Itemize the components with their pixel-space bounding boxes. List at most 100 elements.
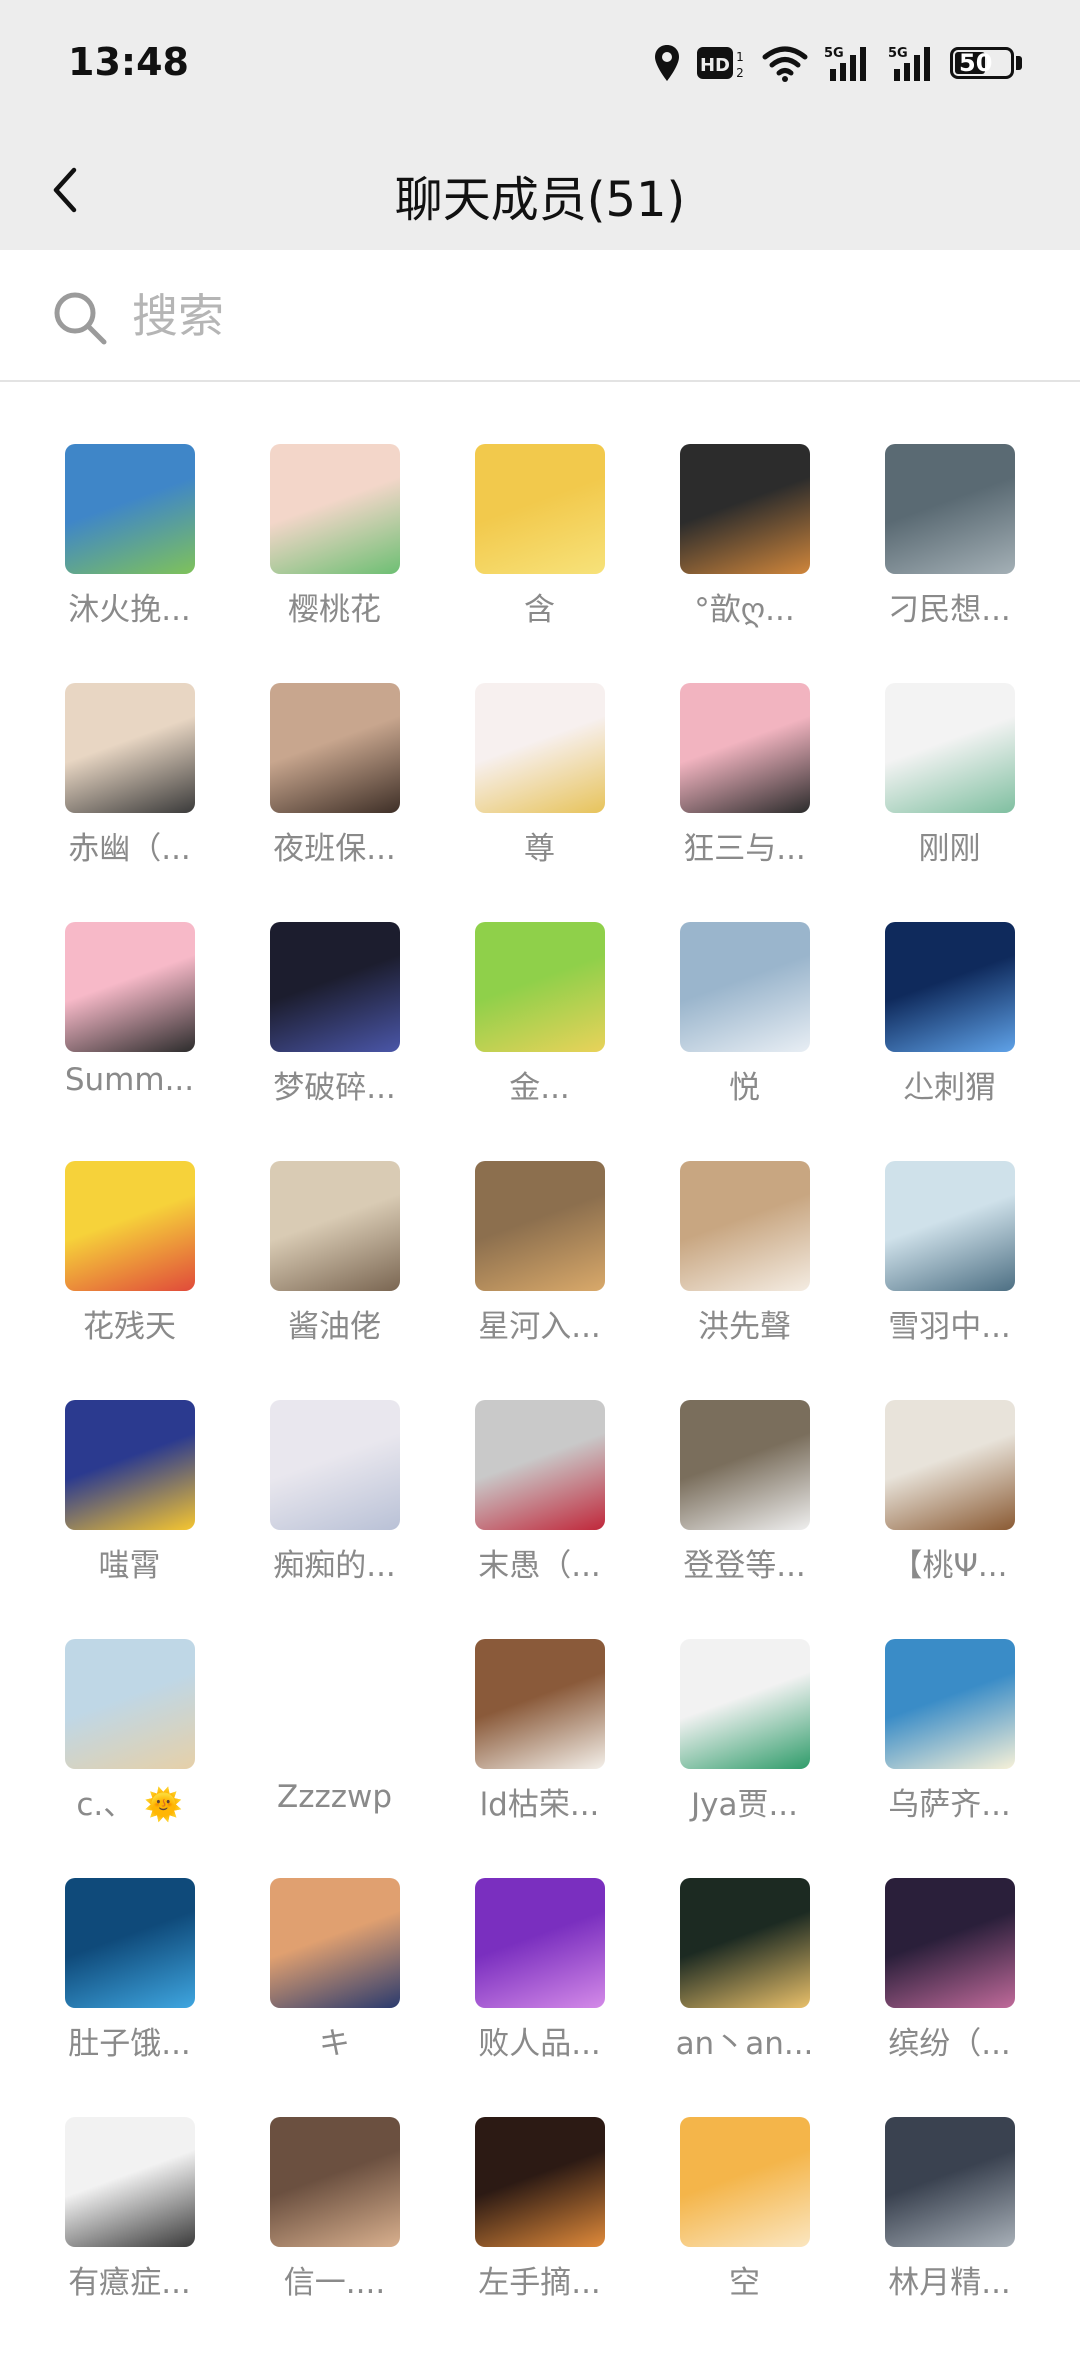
member-item[interactable]: 刁民想... [847,444,1052,683]
member-avatar[interactable] [884,683,1015,813]
member-item[interactable]: 缤纷（... [847,1878,1052,2117]
member-avatar[interactable] [679,1639,810,1769]
member-avatar[interactable] [269,2117,400,2247]
svg-text:HD: HD [700,55,730,76]
member-item[interactable]: 星河入... [437,1161,642,1400]
member-avatar[interactable] [474,2117,605,2247]
member-item[interactable]: 【桃Ψ... [847,1400,1052,1639]
member-item[interactable]: 洪先聲 [642,1161,847,1400]
member-item[interactable]: 赤幽（... [27,683,232,922]
member-item[interactable]: 信一.... [232,2117,437,2356]
member-item[interactable]: 悦 [642,922,847,1161]
member-avatar[interactable] [64,1161,195,1291]
member-item[interactable]: キ [232,1878,437,2117]
member-item[interactable]: Zzzzwp [232,1639,437,1878]
member-avatar[interactable] [269,683,400,813]
member-avatar[interactable] [679,2117,810,2247]
member-item[interactable]: 嗤霄 [27,1400,232,1639]
member-avatar[interactable] [269,922,400,1052]
member-avatar[interactable] [679,1161,810,1291]
member-name: Summ... [64,1062,195,1098]
member-name: 酱油佬 [288,1309,381,1345]
member-item[interactable]: 梦破碎... [232,922,437,1161]
member-item[interactable]: 空 [642,2117,847,2356]
member-item[interactable]: 末愚（... [437,1400,642,1639]
member-avatar[interactable] [474,1639,605,1769]
member-avatar[interactable] [269,1400,400,1530]
status-time: 13:48 [68,40,189,84]
member-avatar[interactable] [269,1639,400,1769]
member-avatar[interactable] [884,922,1015,1052]
member-avatar[interactable] [64,1400,195,1530]
member-item[interactable]: 败人品... [437,1878,642,2117]
member-name: 含 [524,592,555,628]
svg-text:1: 1 [736,50,744,64]
member-name: 刚刚 [918,831,981,867]
member-avatar[interactable] [679,683,810,813]
member-avatar[interactable] [474,444,605,574]
member-name: 刁民想... [888,592,1011,628]
member-name: 有癔症... [68,2265,191,2301]
member-item[interactable]: 花残天 [27,1161,232,1400]
member-name: 星河入... [478,1309,601,1345]
member-item[interactable]: 登登等... [642,1400,847,1639]
member-avatar[interactable] [269,444,400,574]
member-avatar[interactable] [884,1161,1015,1291]
member-avatar[interactable] [679,922,810,1052]
member-avatar[interactable] [884,1400,1015,1530]
member-item[interactable]: 乌萨齐... [847,1639,1052,1878]
member-avatar[interactable] [474,1400,605,1530]
member-avatar[interactable] [884,444,1015,574]
member-name: 肚子饿... [68,2026,191,2062]
member-item[interactable]: an丶an... [642,1878,847,2117]
member-item[interactable]: 林月精... [847,2117,1052,2356]
member-avatar[interactable] [679,1400,810,1530]
member-avatar[interactable] [64,2117,195,2247]
member-avatar[interactable] [884,1878,1015,2008]
member-item[interactable]: ld枯荣... [437,1639,642,1878]
member-name: 嗤霄 [98,1548,161,1584]
member-item[interactable]: 痴痴的... [232,1400,437,1639]
member-name: °歆ღ... [694,592,795,628]
member-avatar[interactable] [474,1161,605,1291]
member-avatar[interactable] [64,922,195,1052]
member-item[interactable]: 左手摘... [437,2117,642,2356]
member-item[interactable]: Jya贾... [642,1639,847,1878]
member-avatar[interactable] [64,1639,195,1769]
member-item[interactable]: 尐刺猬 [847,922,1052,1161]
member-item[interactable]: 樱桃花 [232,444,437,683]
member-item[interactable]: 狂三与... [642,683,847,922]
member-avatar[interactable] [64,444,195,574]
svg-text:2: 2 [736,66,744,80]
member-item[interactable]: 沐火挽... [27,444,232,683]
member-item[interactable]: 含 [437,444,642,683]
member-name: 洪先聲 [698,1309,791,1345]
member-item[interactable]: °歆ღ... [642,444,847,683]
member-name: 雪羽中... [888,1309,1011,1345]
member-item[interactable]: 雪羽中... [847,1161,1052,1400]
member-avatar[interactable] [269,1161,400,1291]
member-avatar[interactable] [474,922,605,1052]
member-avatar[interactable] [679,444,810,574]
member-avatar[interactable] [64,1878,195,2008]
member-avatar[interactable] [884,1639,1015,1769]
member-avatar[interactable] [474,1878,605,2008]
member-name: 金... [509,1070,570,1106]
member-avatar[interactable] [884,2117,1015,2247]
member-avatar[interactable] [269,1878,400,2008]
member-avatar[interactable] [64,683,195,813]
wifi-icon [762,43,808,83]
member-item[interactable]: c.、 🌞 [27,1639,232,1878]
member-avatar[interactable] [474,683,605,813]
search-input[interactable] [130,280,1014,352]
member-name: 樱桃花 [288,592,381,628]
member-avatar[interactable] [679,1878,810,2008]
member-item[interactable]: 刚刚 [847,683,1052,922]
member-item[interactable]: 夜班保... [232,683,437,922]
member-item[interactable]: 尊 [437,683,642,922]
member-item[interactable]: 有癔症... [27,2117,232,2356]
member-item[interactable]: 肚子饿... [27,1878,232,2117]
member-item[interactable]: 金... [437,922,642,1161]
member-item[interactable]: Summ... [27,922,232,1161]
member-item[interactable]: 酱油佬 [232,1161,437,1400]
